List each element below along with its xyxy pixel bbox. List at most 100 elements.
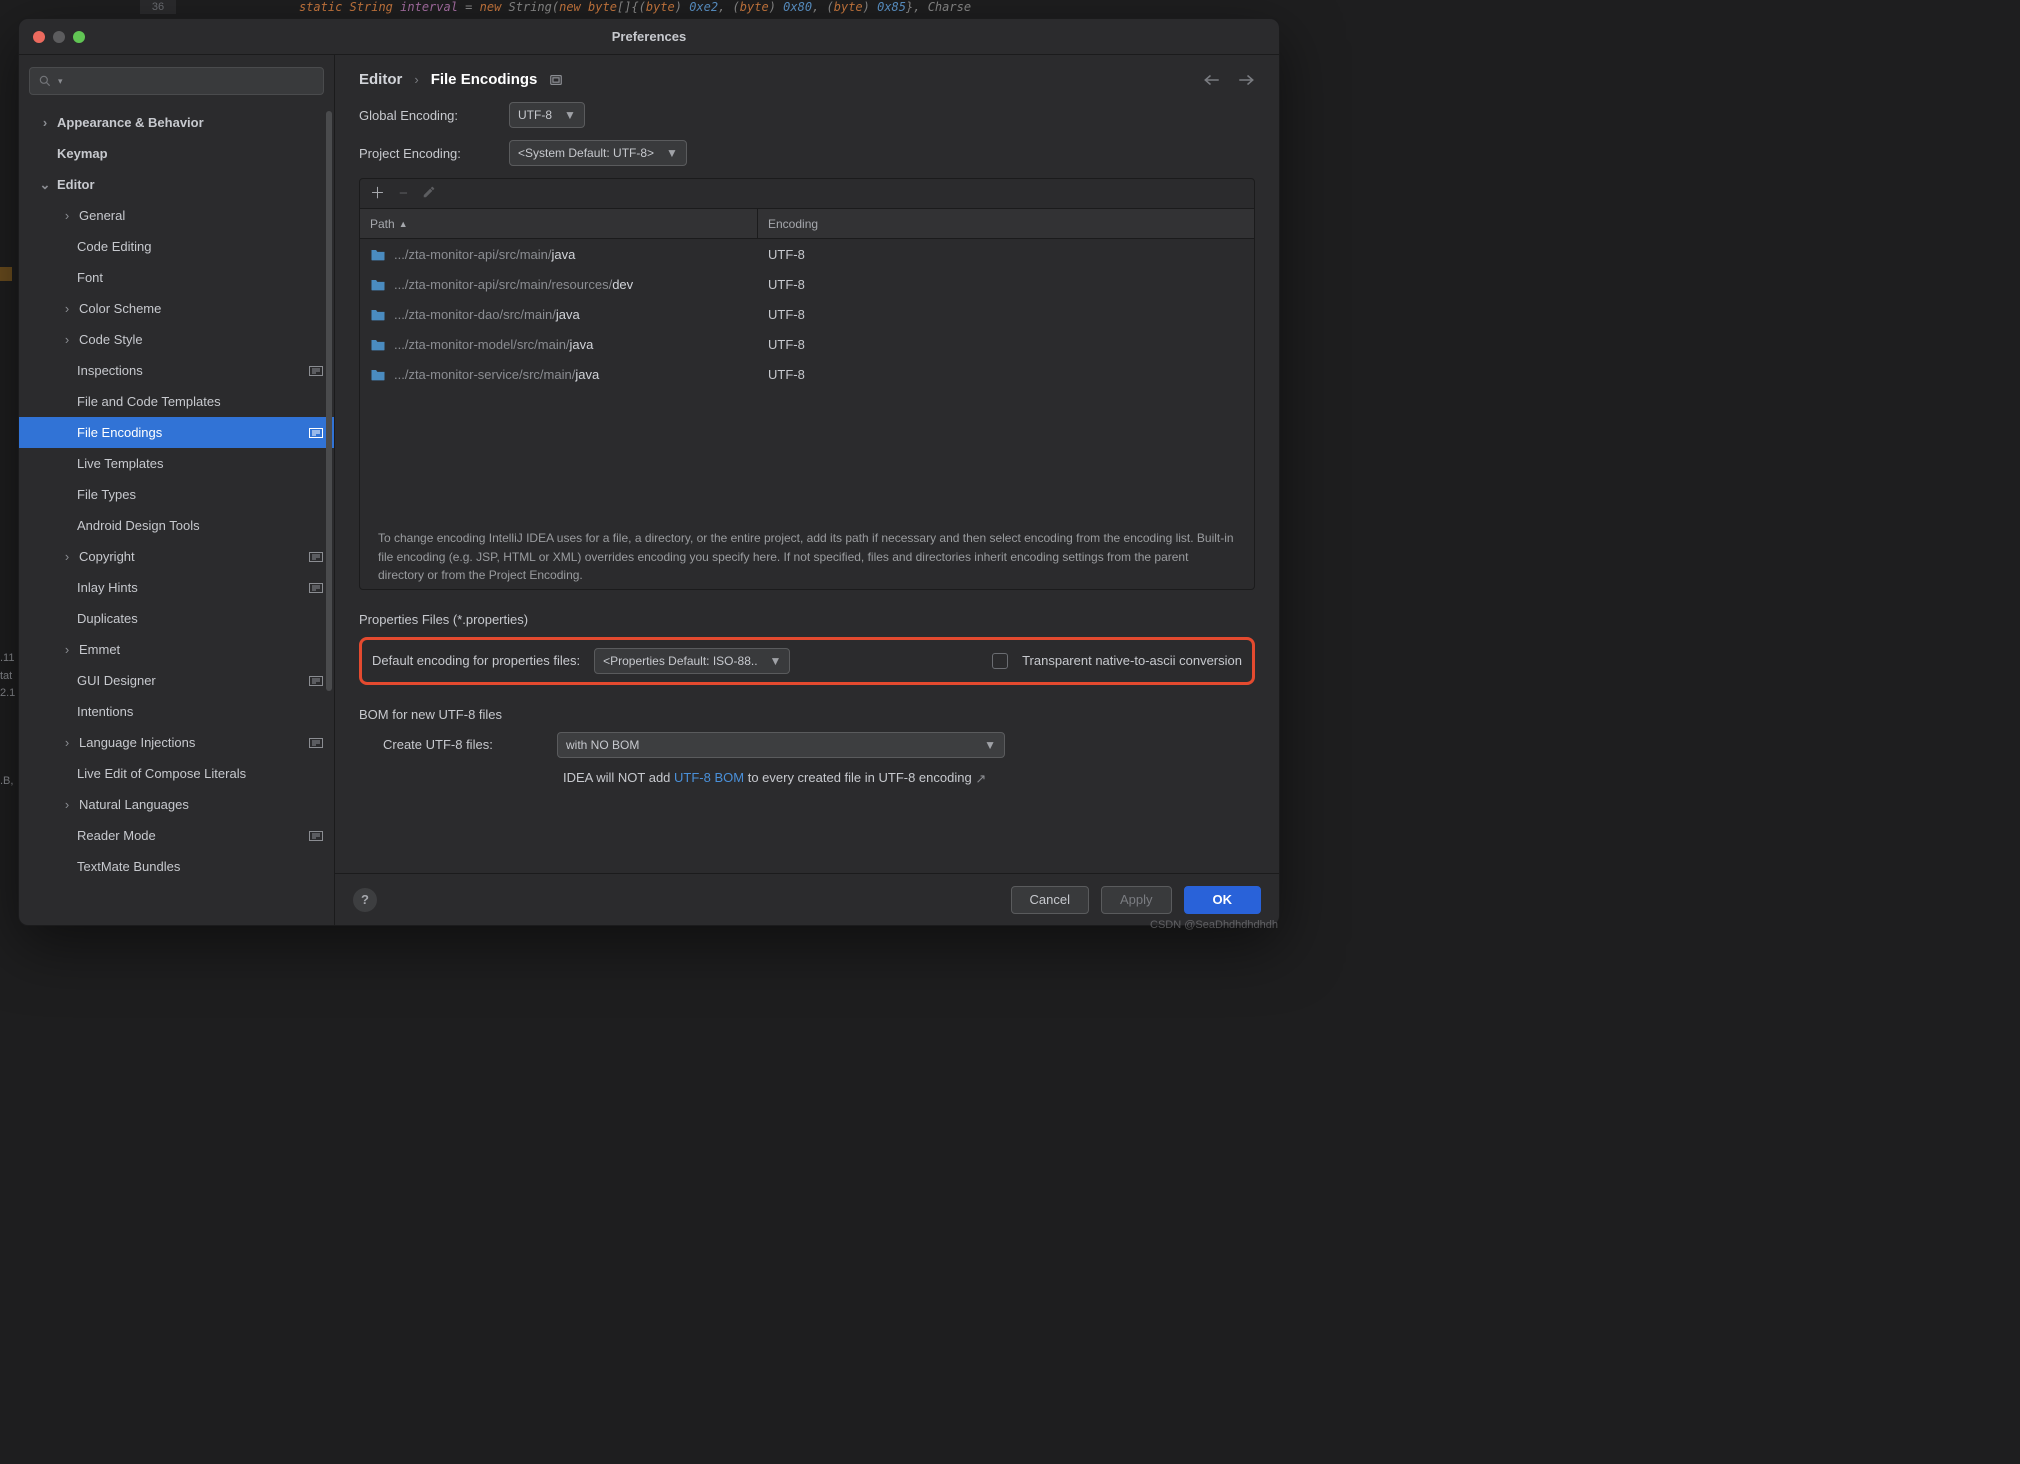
sidebar-item-label: GUI Designer: [77, 673, 156, 688]
sidebar-item-label: Appearance & Behavior: [57, 115, 204, 130]
properties-section-header: Properties Files (*.properties): [359, 612, 1255, 627]
sidebar-item-label: Android Design Tools: [77, 518, 200, 533]
chevron-right-icon: ›: [59, 642, 75, 657]
sidebar-item-label: Code Editing: [77, 239, 151, 254]
edit-button[interactable]: [422, 185, 436, 202]
search-dropdown-icon: ▾: [58, 76, 63, 87]
sidebar-item-appearance-behavior[interactable]: › Appearance & Behavior: [19, 107, 334, 138]
sidebar-item-live-templates[interactable]: Live Templates: [19, 448, 334, 479]
project-scope-icon: [308, 365, 324, 377]
sidebar-item-file-encodings[interactable]: File Encodings: [19, 417, 334, 448]
sidebar-item-inlay-hints[interactable]: Inlay Hints: [19, 572, 334, 603]
sidebar-item-font[interactable]: Font: [19, 262, 334, 293]
sidebar-item-label: Reader Mode: [77, 828, 156, 843]
titlebar[interactable]: Preferences: [19, 19, 1279, 55]
sidebar-item-file-and-code-templates[interactable]: File and Code Templates: [19, 386, 334, 417]
transparent-ascii-checkbox[interactable]: [992, 653, 1008, 669]
encoding-table: ＋ − Path ▲ Encoding .../zta-monitor-ap: [359, 178, 1255, 590]
bom-dropdown[interactable]: with NO BOM ▼: [557, 732, 1005, 758]
table-row[interactable]: .../zta-monitor-service/src/main/javaUTF…: [360, 359, 1254, 389]
sidebar-item-label: File and Code Templates: [77, 394, 221, 409]
project-scope-icon: [308, 675, 324, 687]
sidebar-item-color-scheme[interactable]: › Color Scheme: [19, 293, 334, 324]
chevron-down-icon: ⌄: [37, 177, 53, 193]
apply-button[interactable]: Apply: [1101, 886, 1172, 914]
path-cell: .../zta-monitor-dao/src/main/java: [360, 307, 758, 322]
global-encoding-dropdown[interactable]: UTF-8 ▼: [509, 102, 585, 128]
sidebar-item-live-edit-of-compose-literals[interactable]: Live Edit of Compose Literals: [19, 758, 334, 789]
sidebar-item-copyright[interactable]: ›Copyright: [19, 541, 334, 572]
sidebar-item-textmate-bundles[interactable]: TextMate Bundles: [19, 851, 334, 882]
cancel-button[interactable]: Cancel: [1011, 886, 1089, 914]
remove-button[interactable]: −: [399, 186, 408, 201]
ok-button[interactable]: OK: [1184, 886, 1262, 914]
table-row[interactable]: .../zta-monitor-api/src/main/resources/d…: [360, 269, 1254, 299]
left-edge-fragment: .11 tat 2.1 .B,: [0, 650, 15, 791]
sidebar-item-label: TextMate Bundles: [77, 859, 180, 874]
column-header-encoding[interactable]: Encoding: [758, 217, 1254, 231]
breadcrumb-leaf: File Encodings: [431, 71, 538, 88]
global-encoding-label: Global Encoding:: [359, 108, 491, 123]
pencil-icon: [422, 185, 436, 199]
sidebar-item-reader-mode[interactable]: Reader Mode: [19, 820, 334, 851]
preferences-dialog: Preferences ▾ › Appearance & Behavior Keym…: [18, 18, 1280, 926]
breadcrumb-root[interactable]: Editor: [359, 71, 402, 88]
sidebar-item-keymap[interactable]: Keymap: [19, 138, 334, 169]
utf8-bom-link[interactable]: UTF-8 BOM: [674, 770, 744, 785]
path-cell: .../zta-monitor-api/src/main/resources/d…: [360, 277, 758, 292]
sidebar-item-duplicates[interactable]: Duplicates: [19, 603, 334, 634]
sidebar-item-label: Inlay Hints: [77, 580, 138, 595]
table-row[interactable]: .../zta-monitor-api/src/main/javaUTF-8: [360, 239, 1254, 269]
background-code-line: static String interval = new String(new …: [140, 0, 1288, 14]
sidebar-item-code-style[interactable]: ›Code Style: [19, 324, 334, 355]
sidebar-item-file-types[interactable]: File Types: [19, 479, 334, 510]
help-button[interactable]: ?: [353, 888, 377, 912]
encoding-cell[interactable]: UTF-8: [758, 247, 1254, 262]
sidebar-item-language-injections[interactable]: ›Language Injections: [19, 727, 334, 758]
chevron-right-icon: ›: [59, 301, 75, 316]
breadcrumb: Editor › File Encodings: [335, 55, 1279, 102]
table-toolbar: ＋ −: [360, 179, 1254, 209]
highlighted-properties-row: Default encoding for properties files: <…: [359, 637, 1255, 685]
project-encoding-dropdown[interactable]: <System Default: UTF-8> ▼: [509, 140, 687, 166]
external-link-icon: ↗: [975, 771, 986, 787]
sidebar-item-android-design-tools[interactable]: Android Design Tools: [19, 510, 334, 541]
bom-section-header: BOM for new UTF-8 files: [359, 707, 1255, 722]
transparent-ascii-label: Transparent native-to-ascii conversion: [1022, 653, 1242, 668]
chevron-right-icon: ›: [59, 549, 75, 564]
column-header-path[interactable]: Path ▲: [360, 209, 758, 238]
table-row[interactable]: .../zta-monitor-dao/src/main/javaUTF-8: [360, 299, 1254, 329]
sidebar-item-label: General: [79, 208, 125, 223]
sort-asc-icon: ▲: [399, 219, 408, 229]
sidebar-item-inspections[interactable]: Inspections: [19, 355, 334, 386]
table-row[interactable]: .../zta-monitor-model/src/main/javaUTF-8: [360, 329, 1254, 359]
global-encoding-value: UTF-8: [518, 108, 552, 122]
window-title: Preferences: [19, 19, 1279, 54]
sidebar-item-general[interactable]: ›General: [19, 200, 334, 231]
sidebar-item-code-editing[interactable]: Code Editing: [19, 231, 334, 262]
encoding-cell[interactable]: UTF-8: [758, 337, 1254, 352]
sidebar-item-gui-designer[interactable]: GUI Designer: [19, 665, 334, 696]
search-input[interactable]: ▾: [29, 67, 324, 95]
back-arrow-icon[interactable]: [1203, 73, 1221, 87]
watermark: CSDN @SeaDhdhdhdhdh: [1150, 919, 1278, 931]
properties-encoding-dropdown[interactable]: <Properties Default: ISO-88.. ▼: [594, 648, 790, 674]
bom-create-label: Create UTF-8 files:: [383, 737, 539, 752]
add-button[interactable]: ＋: [370, 186, 385, 201]
sidebar-item-natural-languages[interactable]: ›Natural Languages: [19, 789, 334, 820]
encoding-hint-text: To change encoding IntelliJ IDEA uses fo…: [360, 519, 1254, 589]
sidebar-item-label: Keymap: [57, 146, 108, 161]
scope-selector-icon[interactable]: [549, 73, 563, 87]
sidebar-item-label: Color Scheme: [79, 301, 161, 316]
encoding-cell[interactable]: UTF-8: [758, 367, 1254, 382]
encoding-cell[interactable]: UTF-8: [758, 277, 1254, 292]
settings-tree[interactable]: ›Appearance & BehaviorKeymap⌄Editor›Gene…: [19, 107, 334, 925]
chevron-right-icon: ›: [37, 115, 53, 130]
encoding-cell[interactable]: UTF-8: [758, 307, 1254, 322]
project-scope-icon: [308, 551, 324, 563]
sidebar-item-intentions[interactable]: Intentions: [19, 696, 334, 727]
sidebar-item-editor[interactable]: ⌄Editor: [19, 169, 334, 200]
sidebar-item-emmet[interactable]: ›Emmet: [19, 634, 334, 665]
forward-arrow-icon[interactable]: [1237, 73, 1255, 87]
sidebar-scrollbar[interactable]: [326, 111, 332, 691]
